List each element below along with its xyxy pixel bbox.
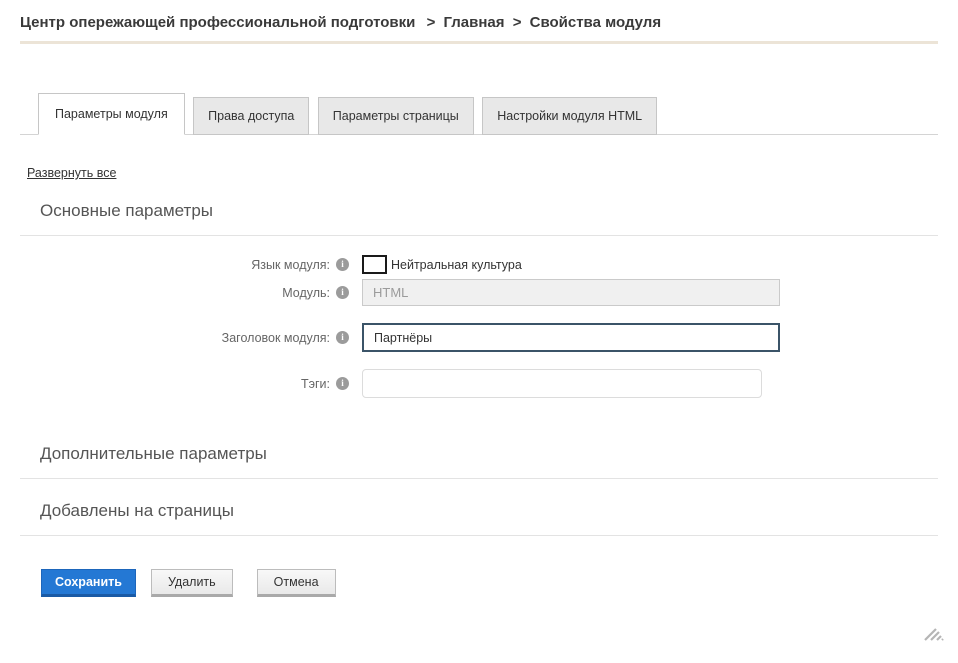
section-title-advanced-parameters[interactable]: Дополнительные параметры xyxy=(40,444,958,464)
form-row-module: Модуль: i xyxy=(0,279,958,306)
module-title-field[interactable] xyxy=(362,323,780,352)
tab-permissions[interactable]: Права доступа xyxy=(193,97,309,135)
module-control xyxy=(362,279,780,306)
culture-flag-checkbox[interactable] xyxy=(362,255,387,274)
breadcrumb-home[interactable]: Главная xyxy=(444,14,505,31)
module-title-label: Заголовок модуля: xyxy=(0,331,330,345)
tab-page-settings[interactable]: Параметры страницы xyxy=(318,97,474,135)
section-divider xyxy=(20,478,938,479)
section-divider xyxy=(20,535,938,536)
cancel-button[interactable]: Отмена xyxy=(257,569,336,597)
breadcrumb: Центр опережающей профессиональной подго… xyxy=(0,0,958,31)
tab-bar: Параметры модуля Права доступа Параметры… xyxy=(20,93,938,135)
expand-all-link[interactable]: Развернуть все xyxy=(27,166,116,180)
module-language-control: Нейтральная культура xyxy=(362,255,522,274)
breadcrumb-divider xyxy=(20,41,938,44)
action-button-row: Сохранить Удалить Отмена xyxy=(41,569,958,597)
form-row-module-title: Заголовок модуля: i xyxy=(0,323,958,352)
module-settings-page: Центр опережающей профессиональной подго… xyxy=(0,0,958,663)
resize-grip-icon[interactable] xyxy=(922,627,944,643)
form-row-module-language: Язык модуля: i Нейтральная культура xyxy=(0,255,958,274)
section-divider xyxy=(20,235,938,236)
tags-field[interactable] xyxy=(362,369,762,398)
module-language-label: Язык модуля: xyxy=(0,258,330,272)
breadcrumb-current: Свойства модуля xyxy=(530,14,661,31)
info-icon[interactable]: i xyxy=(336,286,349,299)
neutral-culture-label: Нейтральная культура xyxy=(391,258,522,272)
info-icon[interactable]: i xyxy=(336,258,349,271)
tags-label: Тэги: xyxy=(0,377,330,391)
tab-html-module-settings[interactable]: Настройки модуля HTML xyxy=(482,97,657,135)
tab-module-settings[interactable]: Параметры модуля xyxy=(38,93,185,135)
breadcrumb-separator: > xyxy=(427,14,436,31)
section-title-main-parameters[interactable]: Основные параметры xyxy=(40,201,958,221)
info-icon[interactable]: i xyxy=(336,377,349,390)
breadcrumb-separator: > xyxy=(513,14,522,31)
form-row-tags: Тэги: i xyxy=(0,369,958,398)
module-field xyxy=(362,279,780,306)
delete-button[interactable]: Удалить xyxy=(151,569,233,597)
save-button[interactable]: Сохранить xyxy=(41,569,136,597)
section-title-added-to-pages[interactable]: Добавлены на страницы xyxy=(40,501,958,521)
info-icon[interactable]: i xyxy=(336,331,349,344)
module-label: Модуль: xyxy=(0,286,330,300)
tags-control xyxy=(362,369,762,398)
module-settings-form: Язык модуля: i Нейтральная культура Моду… xyxy=(0,255,958,398)
module-title-control xyxy=(362,323,780,352)
breadcrumb-root[interactable]: Центр опережающей профессиональной подго… xyxy=(20,14,415,31)
